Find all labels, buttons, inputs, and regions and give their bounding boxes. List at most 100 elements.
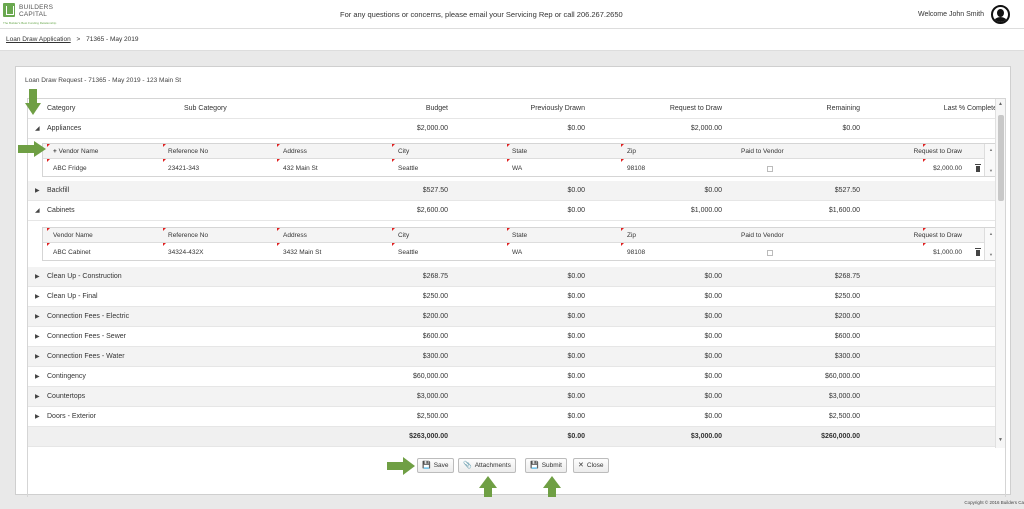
reference-cell[interactable]: 34324-432X bbox=[168, 249, 203, 256]
table-row[interactable]: ▶ Connection Fees - Electric $200.00 $0.… bbox=[28, 307, 1003, 327]
totals-row: $263,000.00 $0.00 $3,000.00 $260,000.00 bbox=[28, 427, 1003, 447]
row-category: Countertops bbox=[47, 393, 86, 400]
footer: Copyright © 2016 Builders Ca bbox=[0, 497, 1024, 509]
row-request: $2,000.00 bbox=[690, 125, 722, 132]
delete-trash-icon[interactable] bbox=[975, 248, 981, 256]
contact-message: For any questions or concerns, please em… bbox=[340, 10, 623, 19]
collapse-triangle-icon[interactable]: ◢ bbox=[35, 207, 40, 214]
row-category: Clean Up - Final bbox=[47, 293, 98, 300]
col-header-category[interactable]: Category bbox=[47, 105, 75, 112]
table-row[interactable]: ◢ Appliances $2,000.00 $0.00 $2,000.00 $… bbox=[28, 119, 1003, 139]
delete-trash-icon[interactable] bbox=[975, 164, 981, 172]
zip-cell[interactable]: 98108 bbox=[627, 165, 645, 172]
col-header-sub-category[interactable]: Sub Category bbox=[184, 105, 227, 112]
vendor-name-cell[interactable]: ABC Fridge bbox=[53, 165, 87, 172]
col-header-remaining[interactable]: Remaining bbox=[827, 105, 860, 112]
attachments-button[interactable]: 📎 Attachments bbox=[458, 458, 516, 473]
row-request: $0.00 bbox=[704, 333, 722, 340]
row-request: $0.00 bbox=[704, 353, 722, 360]
col-reference-no: Reference No bbox=[168, 232, 209, 239]
add-vendor-button[interactable]: + Vendor Name bbox=[53, 148, 98, 155]
grid-vertical-scrollbar[interactable]: ▲ ▼ bbox=[995, 99, 1005, 448]
table-row[interactable]: ▶ Contingency $60,000.00 $0.00 $0.00 $60… bbox=[28, 367, 1003, 387]
row-previous: $0.00 bbox=[567, 373, 585, 380]
table-row[interactable]: ▶ Connection Fees - Water $300.00 $0.00 … bbox=[28, 347, 1003, 367]
row-request: $0.00 bbox=[704, 293, 722, 300]
state-cell[interactable]: WA bbox=[512, 249, 522, 256]
user-avatar-icon[interactable] bbox=[991, 5, 1010, 24]
state-cell[interactable]: WA bbox=[512, 165, 522, 172]
row-previous: $0.00 bbox=[567, 393, 585, 400]
row-previous: $0.00 bbox=[567, 333, 585, 340]
copyright-text: Copyright © 2016 Builders Ca bbox=[964, 500, 1024, 505]
row-remaining: $300.00 bbox=[834, 353, 860, 360]
address-cell[interactable]: 432 Main St bbox=[283, 165, 318, 172]
col-vendor-name: Vendor Name bbox=[53, 232, 93, 239]
address-cell[interactable]: 3432 Main St bbox=[283, 249, 321, 256]
expand-triangle-icon[interactable]: ▶ bbox=[35, 393, 40, 400]
row-remaining: $200.00 bbox=[834, 313, 860, 320]
table-row[interactable]: ◢ Cabinets $2,600.00 $0.00 $1,000.00 $1,… bbox=[28, 201, 1003, 221]
expand-triangle-icon[interactable]: ▶ bbox=[35, 187, 40, 194]
col-zip: Zip bbox=[627, 148, 637, 155]
vendor-name-cell[interactable]: ABC Cabinet bbox=[53, 249, 91, 256]
paid-to-vendor-checkbox[interactable] bbox=[767, 250, 773, 256]
expand-triangle-icon[interactable]: ▶ bbox=[35, 373, 40, 380]
table-row[interactable]: ▶ Countertops $3,000.00 $0.00 $0.00 $3,0… bbox=[28, 387, 1003, 407]
collapse-triangle-icon[interactable]: ◢ bbox=[35, 125, 40, 132]
submit-button[interactable]: 💾 Submit bbox=[525, 458, 567, 473]
col-city: City bbox=[398, 148, 410, 155]
city-cell[interactable]: Seattle bbox=[398, 249, 418, 256]
expand-triangle-icon[interactable]: ▶ bbox=[35, 293, 40, 300]
table-row[interactable]: ▶ Clean Up - Construction $268.75 $0.00 … bbox=[28, 267, 1003, 287]
zip-cell[interactable]: 98108 bbox=[627, 249, 645, 256]
city-cell[interactable]: Seattle bbox=[398, 165, 418, 172]
logo-text-line1: BUILDERS bbox=[19, 4, 54, 11]
row-remaining: $600.00 bbox=[834, 333, 860, 340]
row-budget: $268.75 bbox=[422, 273, 448, 280]
attachments-label: Attachments bbox=[474, 462, 511, 469]
panel-title: Loan Draw Request - 71365 - May 2019 - 1… bbox=[25, 77, 182, 84]
vendor-request-cell[interactable]: $1,000.00 bbox=[933, 249, 962, 256]
breadcrumb-link-loan-draw[interactable]: Loan Draw Application bbox=[6, 36, 71, 43]
scrollbar-thumb[interactable] bbox=[998, 115, 1004, 201]
vendor-row[interactable]: ABC Cabinet 34324-432X 3432 Main St Seat… bbox=[43, 243, 985, 262]
row-category: Doors - Exterior bbox=[47, 413, 97, 420]
close-button[interactable]: ✕ Close bbox=[573, 458, 609, 473]
row-remaining: $250.00 bbox=[834, 293, 860, 300]
table-row[interactable]: ▶ Connection Fees - Sewer $600.00 $0.00 … bbox=[28, 327, 1003, 347]
row-budget: $2,000.00 bbox=[416, 125, 448, 132]
col-header-previously-drawn[interactable]: Previously Drawn bbox=[531, 105, 585, 112]
reference-cell[interactable]: 23421-343 bbox=[168, 165, 199, 172]
expand-triangle-icon[interactable]: ▶ bbox=[35, 333, 40, 340]
col-paid-to-vendor: Paid to Vendor bbox=[741, 148, 784, 155]
col-header-request-to-draw[interactable]: Request to Draw bbox=[670, 105, 722, 112]
row-remaining: $0.00 bbox=[842, 125, 860, 132]
logo-tagline: The Builder's Best Funding Relationship bbox=[3, 21, 57, 25]
table-row[interactable]: ▶ Clean Up - Final $250.00 $0.00 $0.00 $… bbox=[28, 287, 1003, 307]
table-row[interactable]: ▶ Backfill $527.50 $0.00 $0.00 $527.50 bbox=[28, 181, 1003, 201]
builders-capital-logo[interactable]: BUILDERS CAPITAL The Builder's Best Fund… bbox=[3, 3, 63, 27]
save-label: Save bbox=[433, 462, 449, 469]
row-previous: $0.00 bbox=[567, 413, 585, 420]
col-header-budget[interactable]: Budget bbox=[426, 105, 448, 112]
row-category: Connection Fees - Electric bbox=[47, 313, 130, 320]
row-remaining: $268.75 bbox=[834, 273, 860, 280]
row-category: Clean Up - Construction bbox=[47, 273, 122, 280]
expand-triangle-icon[interactable]: ▶ bbox=[35, 273, 40, 280]
scroll-up-icon[interactable]: ▲ bbox=[998, 101, 1003, 107]
row-budget: $60,000.00 bbox=[412, 373, 448, 380]
vendor-row[interactable]: ABC Fridge 23421-343 432 Main St Seattle… bbox=[43, 159, 985, 178]
save-button[interactable]: 💾 Save bbox=[417, 458, 454, 473]
paid-to-vendor-checkbox[interactable] bbox=[767, 166, 773, 172]
expand-triangle-icon[interactable]: ▶ bbox=[35, 353, 40, 360]
scroll-down-icon[interactable]: ▼ bbox=[998, 437, 1003, 443]
expand-triangle-icon[interactable]: ▶ bbox=[35, 413, 40, 420]
expand-triangle-icon[interactable]: ▶ bbox=[35, 313, 40, 320]
vendor-request-cell[interactable]: $2,000.00 bbox=[933, 165, 962, 172]
green-arrow-right-icon bbox=[387, 457, 415, 475]
row-remaining: $527.50 bbox=[834, 187, 860, 194]
table-row[interactable]: ▶ Doors - Exterior $2,500.00 $0.00 $0.00… bbox=[28, 407, 1003, 427]
col-vendor-name: Vendor Name bbox=[58, 148, 99, 155]
col-header-last-complete[interactable]: Last % Complete bbox=[944, 105, 997, 112]
